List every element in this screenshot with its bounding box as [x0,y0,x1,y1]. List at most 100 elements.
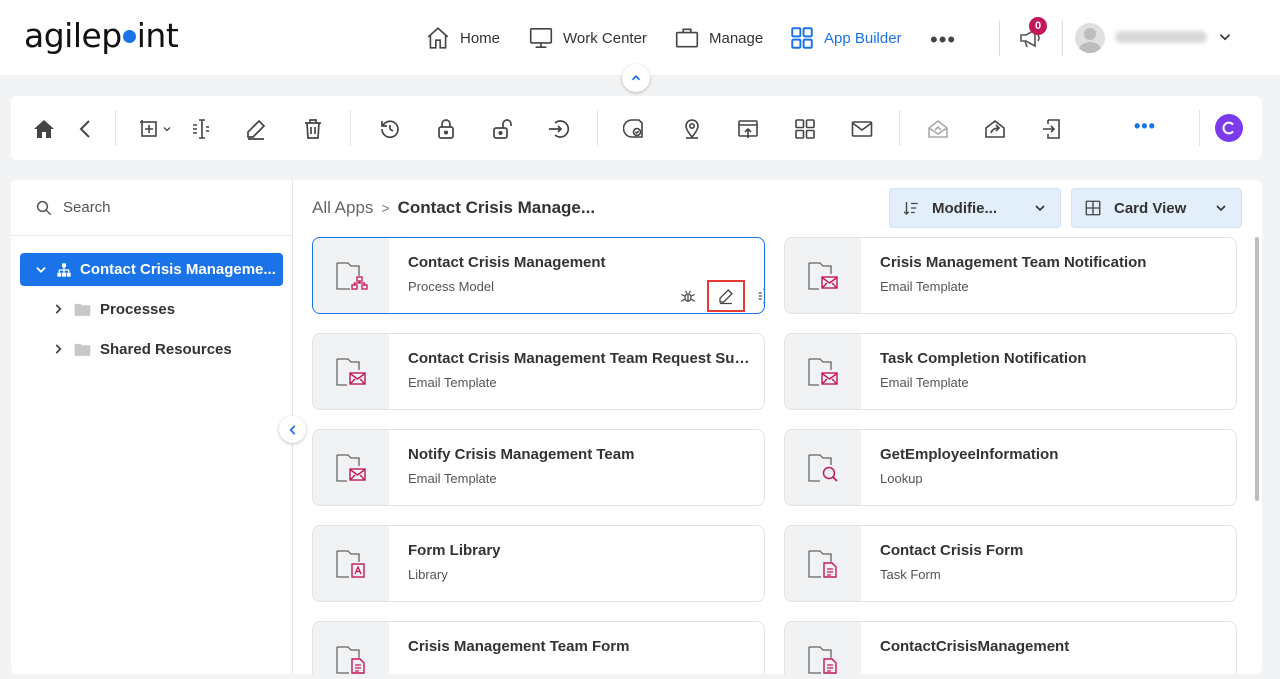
sort-dropdown[interactable]: Modifie... [889,188,1061,228]
app-card-email-template[interactable]: Notify Crisis Management Team Email Temp… [312,429,765,506]
lookup-icon [808,453,838,482]
chevron-down-icon [36,266,46,273]
header-divider [999,20,1000,56]
username-blurred[interactable] [1115,31,1207,43]
toolbar-validate-button[interactable] [621,115,649,143]
nav-manage[interactable]: Manage [674,22,763,54]
chevron-up-icon [631,75,641,81]
toolbar-edit-button[interactable] [242,115,270,143]
notification-count-badge: 0 [1029,17,1047,35]
toolbar-check-in-button[interactable] [545,115,573,143]
card-title: Notify Crisis Management Team [408,446,635,463]
monitor-icon [529,27,553,49]
share-icon [985,119,1005,138]
app-card-library[interactable]: Form Library Library [312,525,765,602]
app-card-lookup[interactable]: GetEmployeeInformation Lookup [784,429,1237,506]
view-label: Card View [1114,199,1187,217]
card-subtitle: Lookup [880,471,923,486]
app-card-task-form[interactable]: Contact Crisis Form Task Form [784,525,1237,602]
tree-item-label: Shared Resources [100,340,232,358]
scrollbar[interactable] [1255,237,1259,501]
card-view-icon [1085,200,1101,216]
grid-icon [791,27,813,49]
unlock-icon [493,119,512,139]
card-actions [669,280,764,312]
nav-home[interactable]: Home [425,22,500,54]
tree-item-processes[interactable]: Processes [51,297,175,321]
breadcrumb-all-apps[interactable]: All Apps [312,198,373,218]
folder-icon [74,303,91,316]
nav-app-builder-label: App Builder [824,29,902,47]
nav-work-center[interactable]: Work Center [528,22,647,54]
toolbar-add-dropdown[interactable] [132,115,178,143]
view-dropdown[interactable]: Card View [1071,188,1242,228]
toolbar-lock-button[interactable] [432,115,460,143]
search-icon [36,200,52,215]
toolbar-divider [597,110,598,146]
card-thumbnail [785,430,861,505]
app-card-process-model[interactable]: Contact Crisis Management Process Model [312,237,765,314]
collapse-panel-button[interactable] [279,416,306,443]
app-card-email-template[interactable]: Task Completion Notification Email Templ… [784,333,1237,410]
edit-button[interactable] [707,280,745,312]
avatar[interactable] [1075,23,1105,53]
card-title: Form Library [408,542,501,559]
toolbar-more-icon[interactable]: ••• [1134,116,1156,137]
nav-home-label: Home [460,29,501,47]
toolbar-unlock-button[interactable] [489,115,517,143]
tree-search[interactable]: Search [11,180,292,236]
folder-icon [74,343,91,356]
toolbar-properties-button[interactable] [186,115,214,143]
sort-icon [903,202,918,215]
toolbar-export-button[interactable] [1038,115,1066,143]
nav-manage-label: Manage [709,29,764,47]
toolbar-import-button [924,115,952,143]
card-title: Crisis Management Team Notification [880,254,1147,271]
chevron-down-icon [163,127,171,132]
tree-item-shared-resources[interactable]: Shared Resources [51,337,232,361]
breadcrumb: All Apps > Contact Crisis Manage... [312,198,595,218]
card-title: ContactCrisisManagement [880,638,1070,655]
chevron-right-icon [55,304,62,314]
pencil-icon [719,289,733,305]
app-card-email-template[interactable]: Contact Crisis Management Team Request S… [312,333,765,410]
chevron-down-icon [1216,205,1226,212]
mail-icon [851,121,873,137]
toolbar-share-button[interactable] [981,115,1009,143]
email-template-icon [336,357,366,386]
toolbar-deploy-button[interactable] [734,115,762,143]
toolbar-publish-button[interactable] [678,115,706,143]
library-icon [336,549,365,578]
app-card-task-form[interactable]: ContactCrisisManagement [784,621,1237,674]
toolbar-history-button[interactable] [376,115,404,143]
toolbar-home-button[interactable] [30,115,58,143]
process-model-icon [336,261,368,290]
chevron-down-icon[interactable] [1216,28,1234,51]
app-card-email-template[interactable]: Crisis Management Team Notification Emai… [784,237,1237,314]
toolbar-apps-button[interactable] [791,115,819,143]
card-thumbnail [313,334,389,409]
tree-root-app[interactable]: Contact Crisis Manageme... [20,253,283,286]
tree-root-label: Contact Crisis Manageme... [80,261,276,278]
toolbar-back-button[interactable] [72,115,100,143]
debug-button[interactable] [669,280,707,312]
card-subtitle: Library [408,567,448,582]
card-thumbnail [313,430,389,505]
nav-work-center-label: Work Center [563,29,647,47]
toolbar-delete-button[interactable] [299,115,327,143]
briefcase-icon [675,28,699,48]
refresh-c-icon[interactable] [1215,114,1243,142]
agilepoint-logo[interactable]: agilep int [24,16,179,55]
collapse-header-button[interactable] [622,64,650,92]
properties-button[interactable] [745,280,764,312]
search-input[interactable]: Search [63,199,111,216]
card-title: GetEmployeeInformation [880,446,1059,463]
nav-app-builder[interactable]: App Builder [789,22,902,54]
nav-more-icon[interactable]: ••• [930,27,956,53]
card-thumbnail [785,238,861,313]
home-outline-icon [427,27,449,49]
chevron-right-icon [55,344,62,354]
card-thumbnail [785,622,861,674]
app-card-task-form[interactable]: Crisis Management Team Form [312,621,765,674]
toolbar-email-button[interactable] [848,115,876,143]
